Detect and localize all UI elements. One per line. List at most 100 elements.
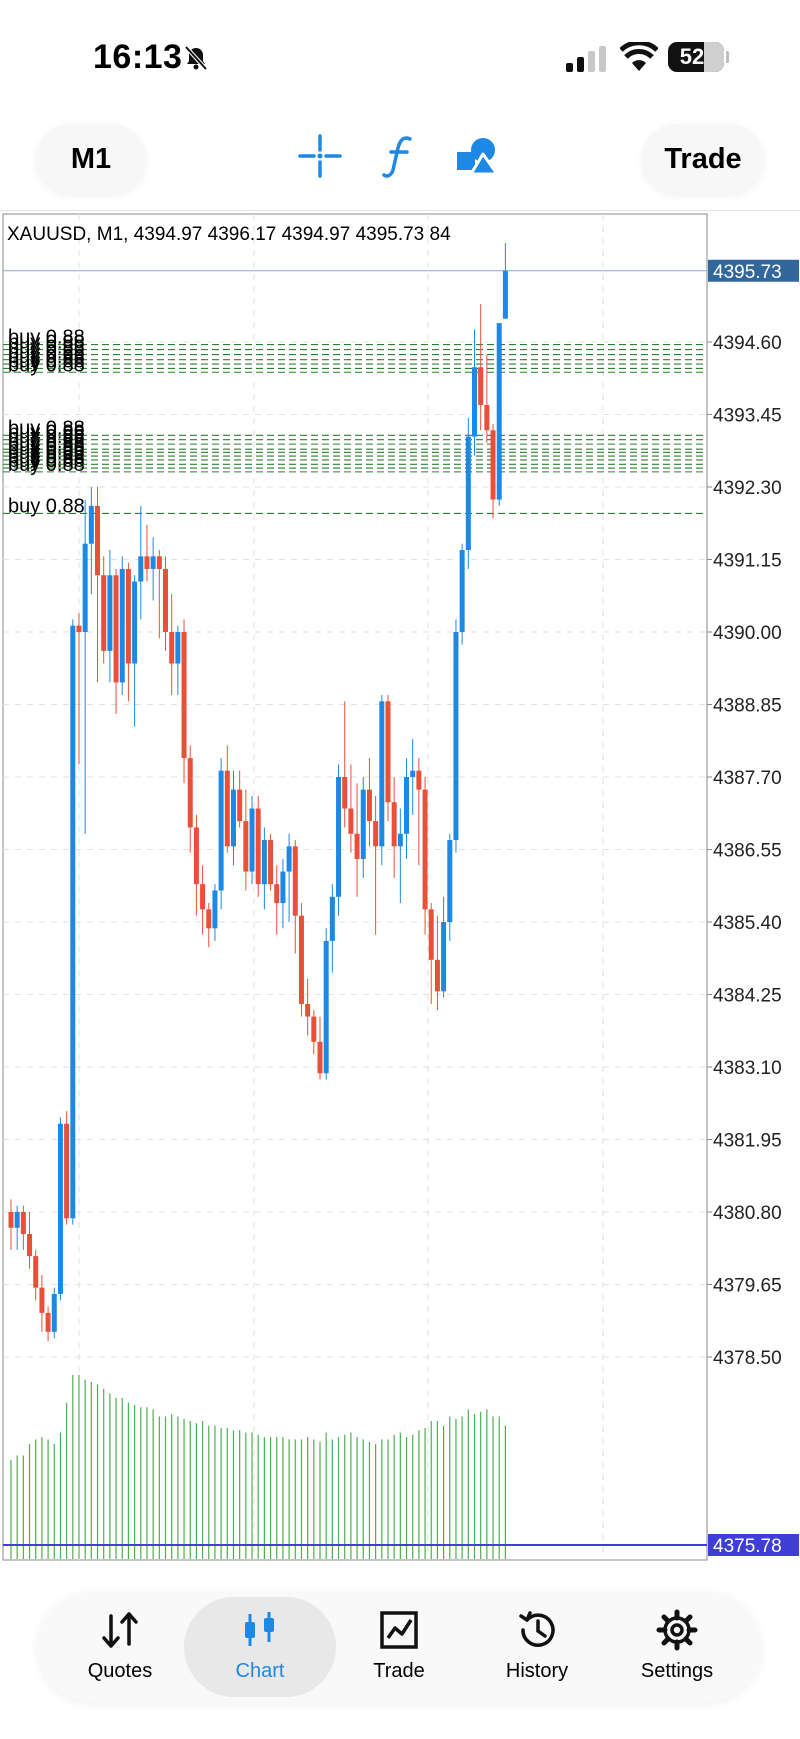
- candle-body: [484, 405, 490, 431]
- candle-body: [156, 556, 162, 569]
- candle-body: [428, 909, 434, 960]
- candle-body: [280, 871, 286, 904]
- y-tick-label: 4391.15: [713, 551, 782, 572]
- y-tick-label: 4392.30: [713, 478, 782, 499]
- y-tick-label: 4387.70: [713, 768, 782, 789]
- candle-body: [286, 846, 292, 872]
- candle-body: [496, 323, 502, 500]
- candle-body: [298, 915, 304, 1004]
- y-tick-label: 4385.40: [713, 913, 782, 934]
- candle-body: [379, 701, 385, 847]
- y-tick-label: 4386.55: [713, 841, 782, 862]
- candle-body: [57, 1123, 63, 1294]
- candle-body: [144, 556, 150, 569]
- y-tick-label: 4381.95: [713, 1131, 782, 1152]
- candle-body: [14, 1212, 20, 1228]
- nav-history-label: History: [505, 1660, 569, 1682]
- candle-body: [410, 770, 416, 777]
- buy-order-label: buy 0.88: [8, 354, 85, 376]
- candle-body: [268, 840, 274, 885]
- nav-settings-label: Settings: [640, 1660, 714, 1682]
- candle-body: [212, 890, 218, 929]
- quotes-arrows-icon: [102, 1612, 138, 1648]
- nav-history[interactable]: History: [467, 1592, 607, 1702]
- candle-body: [397, 833, 403, 847]
- candle-body: [113, 575, 119, 683]
- status-time: 16:13: [93, 38, 183, 76]
- y-tick-label: 4383.10: [713, 1058, 782, 1079]
- candle-body: [348, 808, 354, 834]
- cellular-signal-icon: [566, 46, 606, 72]
- candle-body: [169, 632, 175, 664]
- candle-body: [193, 827, 199, 885]
- candle-body: [385, 701, 391, 803]
- wifi-icon: [620, 42, 658, 71]
- candle-body: [64, 1123, 70, 1219]
- nav-quotes-label: Quotes: [87, 1660, 153, 1682]
- chart-canvas[interactable]: 4394.60 4393.45 4392.30 4391.15 4390.00 4388.…: [0, 212, 800, 1590]
- current-price-tag-label: 4395.73: [713, 262, 782, 283]
- candle-body: [70, 625, 76, 1219]
- candle-body: [360, 789, 366, 859]
- candle-body: [274, 884, 280, 904]
- candle-body: [132, 581, 138, 664]
- nav-trade[interactable]: Trade: [329, 1592, 469, 1702]
- candle-body: [150, 556, 156, 569]
- y-tick-label: 4384.25: [713, 986, 782, 1007]
- candle-body: [311, 1016, 317, 1042]
- y-tick-label: 4388.85: [713, 696, 782, 717]
- y-tick-label: 4394.60: [713, 333, 782, 354]
- candle-body: [502, 270, 508, 319]
- candle-body: [366, 789, 372, 822]
- candle-body: [472, 367, 477, 437]
- buy-order-label: buy 0.88: [8, 454, 85, 476]
- nav-chart[interactable]: Chart: [184, 1597, 336, 1697]
- nav-chart-label: Chart: [235, 1660, 285, 1682]
- chart-info-label: XAUUSD, M1, 4394.97 4396.17 4394.97 4395…: [7, 224, 451, 245]
- nav-settings[interactable]: Settings: [607, 1592, 747, 1702]
- candle-body: [8, 1212, 14, 1228]
- candle-body: [107, 575, 113, 651]
- bottom-navigation: Quotes Chart Trade History Settings: [37, 1592, 761, 1702]
- indicators-fx-icon[interactable]: [376, 132, 424, 180]
- candle-body: [416, 770, 422, 790]
- candle-body: [404, 777, 410, 834]
- objects-shapes-icon[interactable]: [453, 132, 501, 180]
- y-tick-label: 4393.45: [713, 406, 782, 427]
- candle-body: [95, 505, 101, 576]
- price-chart[interactable]: 4394.60 4393.45 4392.30 4391.15 4390.00 4388.…: [0, 212, 800, 1590]
- candle-body: [465, 436, 471, 551]
- crosshair-icon[interactable]: [296, 132, 344, 180]
- y-tick-label: 4390.00: [713, 623, 782, 644]
- candle-body: [230, 789, 236, 847]
- candle-body: [249, 808, 255, 872]
- candle-body: [187, 758, 193, 828]
- candle-body: [354, 833, 360, 859]
- candle-body: [82, 543, 88, 632]
- candle-body: [490, 430, 496, 500]
- candle-body: [305, 1003, 311, 1017]
- nav-quotes[interactable]: Quotes: [50, 1592, 190, 1702]
- candle-body: [255, 808, 261, 885]
- candle-body: [441, 922, 447, 992]
- nav-trade-label: Trade: [373, 1660, 425, 1682]
- trade-button[interactable]: Trade: [642, 124, 764, 194]
- candle-body: [88, 505, 94, 544]
- line-price-tag-label: 4375.78: [713, 1536, 782, 1557]
- y-tick-label: 4378.50: [713, 1348, 782, 1369]
- candle-body: [373, 821, 379, 847]
- chart-frame: [2, 213, 708, 1561]
- candle-body: [125, 568, 131, 664]
- timeframe-button[interactable]: M1: [36, 124, 146, 194]
- candle-body: [175, 632, 181, 664]
- candle-body: [261, 840, 267, 885]
- buy-order-label: buy 0.88: [8, 495, 85, 517]
- candle-body: [243, 821, 249, 872]
- candle-body: [434, 959, 440, 992]
- y-tick-label: 4379.65: [713, 1276, 782, 1297]
- candle-body: [478, 367, 484, 406]
- trade-chart-icon: [380, 1611, 418, 1649]
- candle-body: [323, 940, 329, 1074]
- chart-toolbar: M1 Trade: [0, 110, 800, 211]
- candle-body: [447, 840, 453, 922]
